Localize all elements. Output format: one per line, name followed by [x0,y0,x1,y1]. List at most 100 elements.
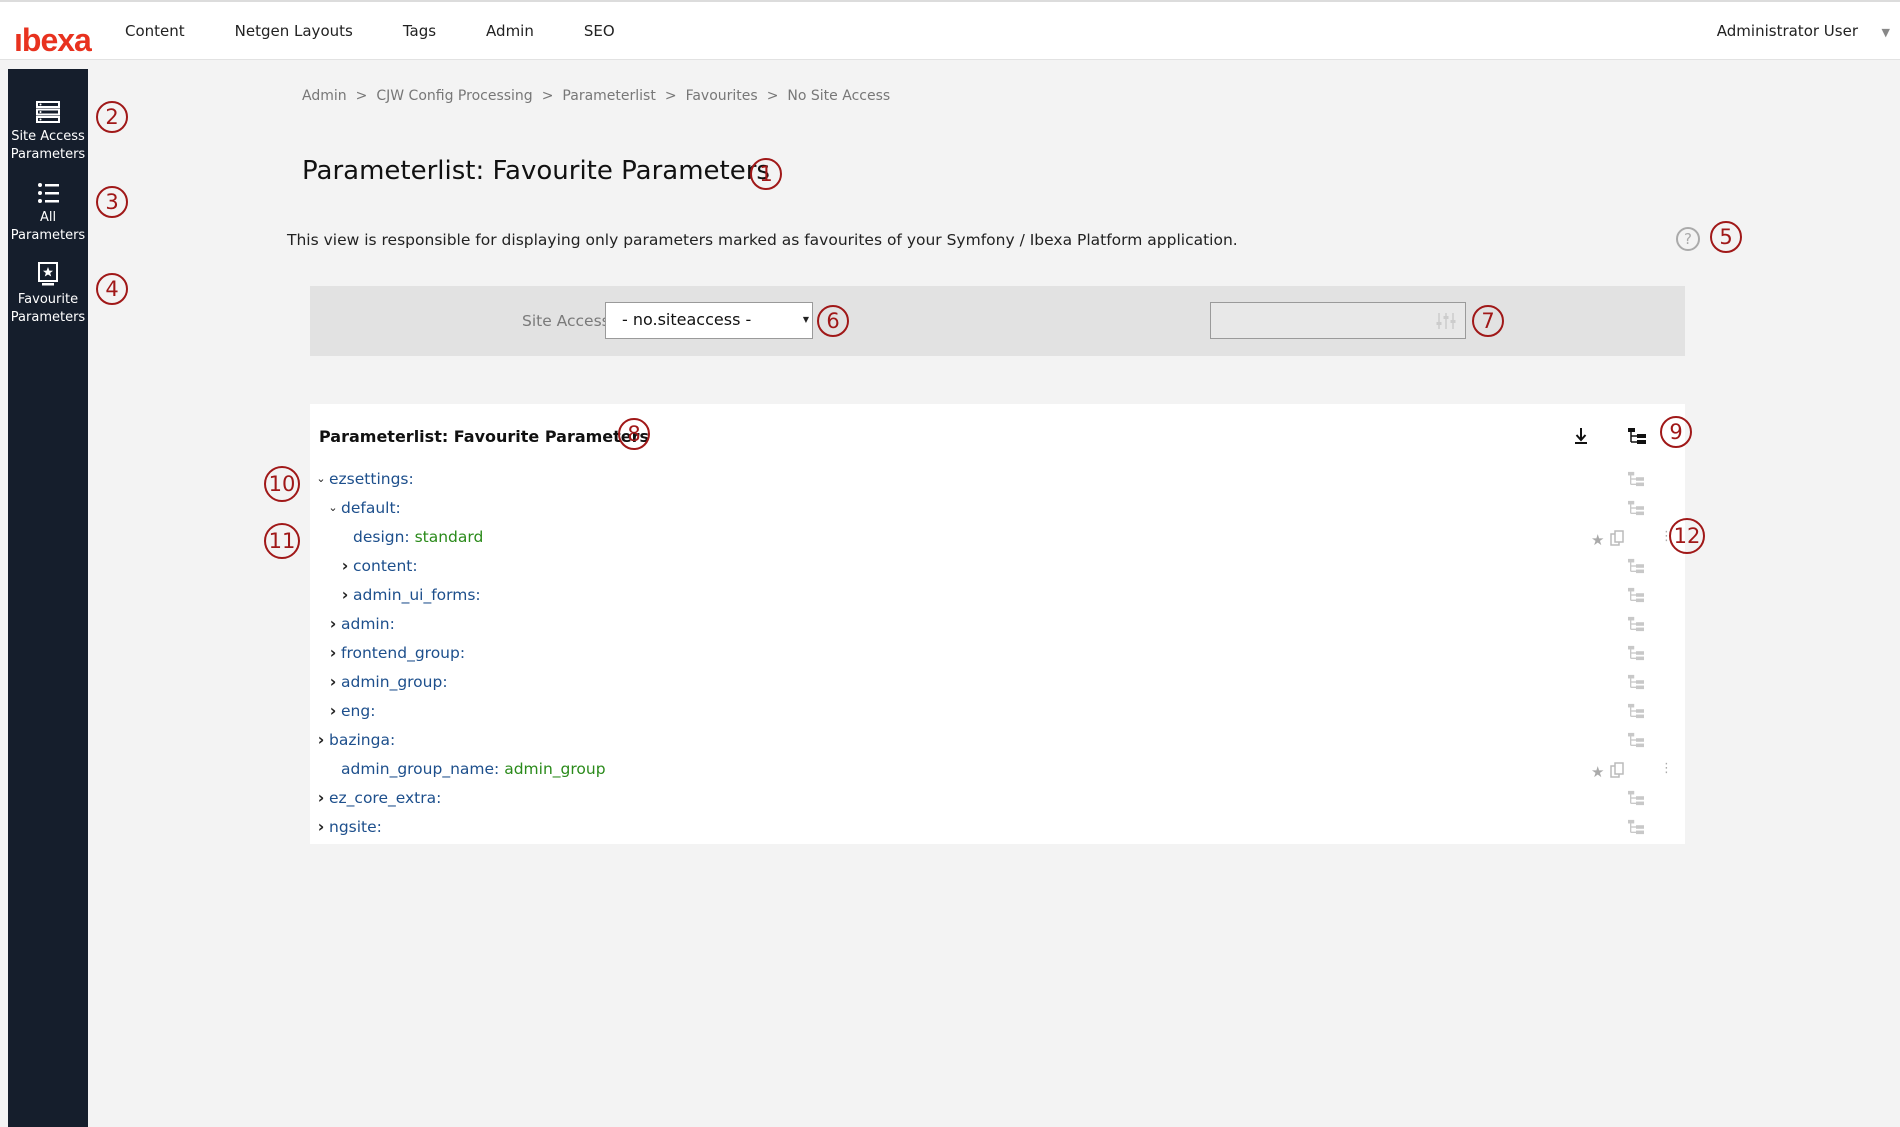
subtree-icon[interactable] [1627,790,1645,806]
tree-row[interactable]: › frontend_group: [310,641,1685,665]
tree-key[interactable]: admin_group_name: admin_group [341,757,606,781]
tree-key-label: content: [353,557,418,575]
breadcrumb-cjw-config-processing[interactable]: CJW Config Processing [376,88,532,104]
breadcrumb-parameterlist[interactable]: Parameterlist [562,88,655,104]
tree-row[interactable]: design: standard ★ ⋮ [310,525,1685,549]
sidebar-item-label: All Parameters [10,210,86,243]
tree-key[interactable]: frontend_group: [341,641,465,665]
tree-expand-icon[interactable] [1627,427,1647,445]
topnav-admin[interactable]: Admin [486,22,534,40]
breadcrumb-no-site-access: No Site Access [787,88,891,104]
tree-key-label: frontend_group: [341,644,466,662]
chevron-down-icon[interactable]: ⌄ [327,496,339,520]
breadcrumb-admin[interactable]: Admin [302,88,347,104]
tree-key[interactable]: admin_group: [341,670,448,694]
sidebar: Site Access Parameters All Parameters Fa… [8,69,88,1127]
tree-key[interactable]: admin_ui_forms: [353,583,481,607]
tree-key-label: design: [353,528,415,546]
favourite-star-icon[interactable]: ★ [1591,528,1604,552]
topnav-seo[interactable]: SEO [584,22,615,40]
subtree-icon[interactable] [1627,500,1645,516]
tree-row[interactable]: › ez_core_extra: [310,786,1685,810]
server-list-icon [36,101,60,123]
marker-2: 2 [96,101,128,133]
tree-key-label: ngsite: [329,818,382,836]
chevron-right-icon[interactable]: › [315,786,327,810]
tree-key[interactable]: content: [353,554,418,578]
chevron-right-icon[interactable]: › [327,670,339,694]
site-access-select[interactable]: - no.siteaccess - ▼ [605,302,813,339]
tree-key[interactable]: design: standard [353,525,483,549]
tree-key[interactable]: admin: [341,612,395,636]
site-access-label: Site Access: [522,312,615,330]
site-access-selected-value: - no.siteaccess - [622,310,752,329]
download-icon[interactable] [1573,426,1589,446]
tree-key[interactable]: eng: [341,699,375,723]
marker-4: 4 [96,273,128,305]
topnav-netgen-layouts[interactable]: Netgen Layouts [235,22,353,40]
copy-icon[interactable] [1610,762,1624,778]
marker-5: 5 [1710,221,1742,253]
subtree-icon[interactable] [1627,703,1645,719]
marker-1: 1 [750,158,782,190]
chevron-right-icon[interactable]: › [339,554,351,578]
chevron-down-icon[interactable]: ⌄ [315,467,327,491]
copy-icon[interactable] [1610,530,1624,546]
tree-row[interactable]: › ngsite: [310,815,1685,839]
more-options-icon[interactable]: ⋮ [1660,757,1673,781]
chevron-right-icon[interactable]: › [315,815,327,839]
tree-row[interactable]: › admin_ui_forms: [310,583,1685,607]
chevron-right-icon[interactable]: › [327,612,339,636]
chevron-right-icon[interactable]: › [327,641,339,665]
subtree-icon[interactable] [1627,558,1645,574]
subtree-icon[interactable] [1627,732,1645,748]
tree-key-label: default: [341,499,401,517]
tree-row[interactable]: ⌄ ezsettings: [310,467,1685,491]
chevron-down-icon[interactable]: ▼ [1882,26,1890,39]
parameter-search-input[interactable] [1210,302,1466,339]
tree-row[interactable]: ⌄ default: [310,496,1685,520]
topnav-tags[interactable]: Tags [403,22,436,40]
sidebar-item-site-access-parameters[interactable]: Site Access Parameters [8,100,88,164]
filter-sliders-icon [1436,313,1456,329]
tree-row[interactable]: › admin_group: [310,670,1685,694]
subtree-icon[interactable] [1627,674,1645,690]
help-icon[interactable]: ? [1676,227,1700,251]
tree-row[interactable]: › bazinga: [310,728,1685,752]
tree-row[interactable]: › admin: [310,612,1685,636]
subtree-icon[interactable] [1627,819,1645,835]
ibexa-logo[interactable]: ıbexa [14,24,92,56]
tree-row[interactable]: › eng: [310,699,1685,723]
subtree-icon[interactable] [1627,616,1645,632]
subtree-icon[interactable] [1627,645,1645,661]
marker-7: 7 [1472,305,1504,337]
list-icon [38,183,59,203]
tree-key[interactable]: ezsettings: [329,467,414,491]
tree-key[interactable]: ngsite: [329,815,382,839]
tree-row[interactable]: › content: [310,554,1685,578]
chevron-right-icon[interactable]: › [315,728,327,752]
tree-key[interactable]: default: [341,496,401,520]
subtree-icon[interactable] [1627,587,1645,603]
more-options-icon[interactable]: ⋮ [1660,525,1673,549]
breadcrumb-favourites[interactable]: Favourites [686,88,758,104]
tree-key-label: admin_ui_forms: [353,586,481,604]
topnav-content[interactable]: Content [125,22,185,40]
chevron-right-icon[interactable]: › [327,699,339,723]
page-title: Parameterlist: Favourite Parameters [302,156,770,186]
sidebar-item-favourite-parameters[interactable]: Favourite Parameters [8,261,88,327]
subtree-icon[interactable] [1627,471,1645,487]
top-navigation: Content Netgen Layouts Tags Admin SEO [125,2,665,60]
tree-row[interactable]: admin_group_name: admin_group ★ ⋮ [310,757,1685,781]
sidebar-item-all-parameters[interactable]: All Parameters [8,181,88,245]
favourite-star-icon[interactable]: ★ [1591,760,1604,784]
user-menu[interactable]: Administrator User [1717,22,1858,40]
tree-key[interactable]: bazinga: [329,728,395,752]
marker-10: 10 [264,466,300,502]
tree-key[interactable]: ez_core_extra: [329,786,441,810]
breadcrumb-separator: > [541,88,554,104]
chevron-right-icon[interactable]: › [339,583,351,607]
caret-down-icon: ▼ [802,315,809,324]
marker-8: 8 [618,418,650,450]
marker-6: 6 [817,305,849,337]
